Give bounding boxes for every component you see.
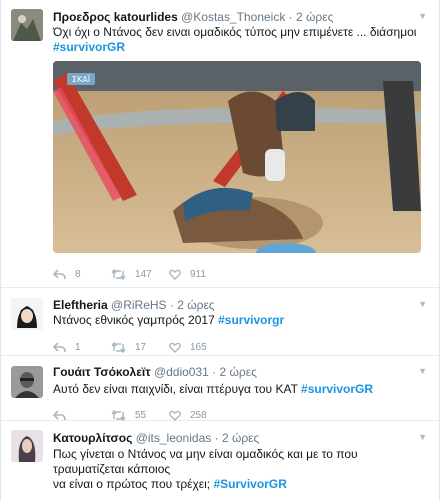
retweet-icon — [111, 409, 126, 421]
retweet-icon — [111, 341, 126, 353]
reply-count: 8 — [75, 268, 81, 280]
reply-button[interactable]: 1 — [53, 342, 111, 353]
author-name[interactable]: Γουάιτ Τσόκολεϊτ — [53, 365, 151, 379]
retweet-icon — [111, 268, 126, 280]
avatar-image — [11, 298, 43, 330]
tweet-header: Eleftheria @RiReHS · 2 ώρες — [53, 288, 429, 313]
avatar-image — [11, 366, 43, 398]
separator: · — [212, 365, 217, 379]
author-name[interactable]: Eleftheria — [53, 298, 108, 312]
avatar[interactable] — [11, 9, 43, 41]
tweet-body-line1: Πως γίνεται ο Ντάνος να μην είναι ομαδικ… — [53, 447, 358, 476]
reply-button[interactable]: 8 — [53, 269, 111, 280]
reply-count: 1 — [75, 341, 81, 353]
chevron-down-icon[interactable]: ▼ — [418, 366, 427, 376]
author-handle[interactable]: @RiReHS — [111, 298, 167, 312]
hashtag-link[interactable]: #survivorgr — [218, 313, 284, 327]
like-count: 258 — [190, 409, 207, 421]
chevron-down-icon[interactable]: ▼ — [418, 432, 427, 442]
avatar-image — [11, 430, 43, 462]
author-name[interactable]: Προεδρος katourlides — [53, 10, 178, 24]
tweet-header: Προεδρος katourlides @Kostas_Thoneick · … — [53, 0, 429, 25]
like-count: 165 — [190, 341, 207, 353]
reply-button[interactable] — [53, 409, 111, 421]
channel-badge: ΣΚΑΪ — [72, 74, 91, 84]
timestamp[interactable]: 2 ώρες — [222, 431, 259, 445]
media-image: ΣΚΑΪ — [53, 61, 421, 253]
chevron-down-icon[interactable]: ▼ — [418, 299, 427, 309]
tweet-header: Γουάιτ Τσόκολεϊτ @ddio031 · 2 ώρες — [53, 356, 429, 380]
tweet-text: Πως γίνεται ο Ντάνος να μην είναι ομαδικ… — [53, 447, 429, 492]
retweet-button[interactable]: 17 — [111, 341, 169, 353]
author-name[interactable]: Κατουρλίτσος — [53, 431, 132, 445]
heart-icon — [169, 269, 181, 280]
tweet-header: Κατουρλίτσος @its_leonidas · 2 ώρες — [53, 421, 429, 446]
hashtag-link[interactable]: #SurvivorGR — [214, 477, 287, 491]
avatar-image — [11, 9, 43, 41]
reply-icon — [53, 409, 66, 420]
reply-icon — [53, 341, 66, 352]
chevron-down-icon[interactable]: ▼ — [418, 11, 427, 21]
separator: · — [288, 10, 293, 24]
retweet-count: 55 — [135, 409, 147, 421]
timestamp[interactable]: 2 ώρες — [296, 10, 333, 24]
avatar[interactable] — [11, 298, 43, 330]
separator: · — [214, 431, 219, 445]
tweet-body: Αυτό δεν είναι παιχνίδι, είναι πτέρυγα τ… — [53, 382, 298, 396]
author-handle[interactable]: @its_leonidas — [136, 431, 212, 445]
like-button[interactable]: 165 — [169, 342, 227, 353]
retweet-count: 17 — [135, 341, 147, 353]
avatar[interactable] — [11, 430, 43, 462]
tweet-text: Αυτό δεν είναι παιχνίδι, είναι πτέρυγα τ… — [53, 382, 429, 397]
tweet-body: Ντάνος εθνικός γαμπρός 2017 — [53, 313, 215, 327]
tweet[interactable]: Προεδρος katourlides @Kostas_Thoneick · … — [1, 0, 439, 288]
like-button[interactable]: 258 — [169, 410, 227, 421]
timestamp[interactable]: 2 ώρες — [220, 365, 257, 379]
timestamp[interactable]: 2 ώρες — [177, 298, 214, 312]
tweet-feed: Προεδρος katourlides @Kostas_Thoneick · … — [0, 0, 440, 501]
hashtag-link[interactable]: #survivorGR — [53, 40, 125, 54]
tweet-actions: 8 147 911 — [53, 266, 429, 282]
tweet[interactable]: Κατουρλίτσος @its_leonidas · 2 ώρες ▼ Πω… — [1, 421, 439, 500]
tweet-text: Όχι όχι ο Ντάνος δεν ειναι ομαδικός τύπο… — [53, 25, 429, 55]
hashtag-link[interactable]: #survivorGR — [301, 382, 373, 396]
like-count: 911 — [190, 268, 206, 280]
reply-icon — [53, 268, 66, 279]
retweet-count: 147 — [135, 268, 152, 280]
avatar[interactable] — [11, 366, 43, 398]
tweet-body: Όχι όχι ο Ντάνος δεν ειναι ομαδικός τύπο… — [53, 25, 417, 39]
retweet-button[interactable]: 147 — [111, 268, 169, 280]
tweet-body-line2: να είναι ο πρώτος που τρέχει; — [53, 477, 211, 491]
separator: · — [169, 298, 174, 312]
heart-icon — [169, 342, 181, 353]
author-handle[interactable]: @Kostas_Thoneick — [181, 10, 285, 24]
tweet-actions: 1 17 165 — [53, 339, 429, 355]
heart-icon — [169, 410, 181, 421]
tweet-media[interactable]: ΣΚΑΪ — [53, 61, 421, 253]
tweet-text: Ντάνος εθνικός γαμπρός 2017 #survivorgr — [53, 313, 429, 328]
tweet[interactable]: Eleftheria @RiReHS · 2 ώρες ▼ Ντάνος εθν… — [1, 288, 439, 356]
retweet-button[interactable]: 55 — [111, 409, 169, 421]
tweet[interactable]: Γουάιτ Τσόκολεϊτ @ddio031 · 2 ώρες ▼ Αυτ… — [1, 356, 439, 421]
like-button[interactable]: 911 — [169, 269, 227, 280]
author-handle[interactable]: @ddio031 — [154, 365, 209, 379]
